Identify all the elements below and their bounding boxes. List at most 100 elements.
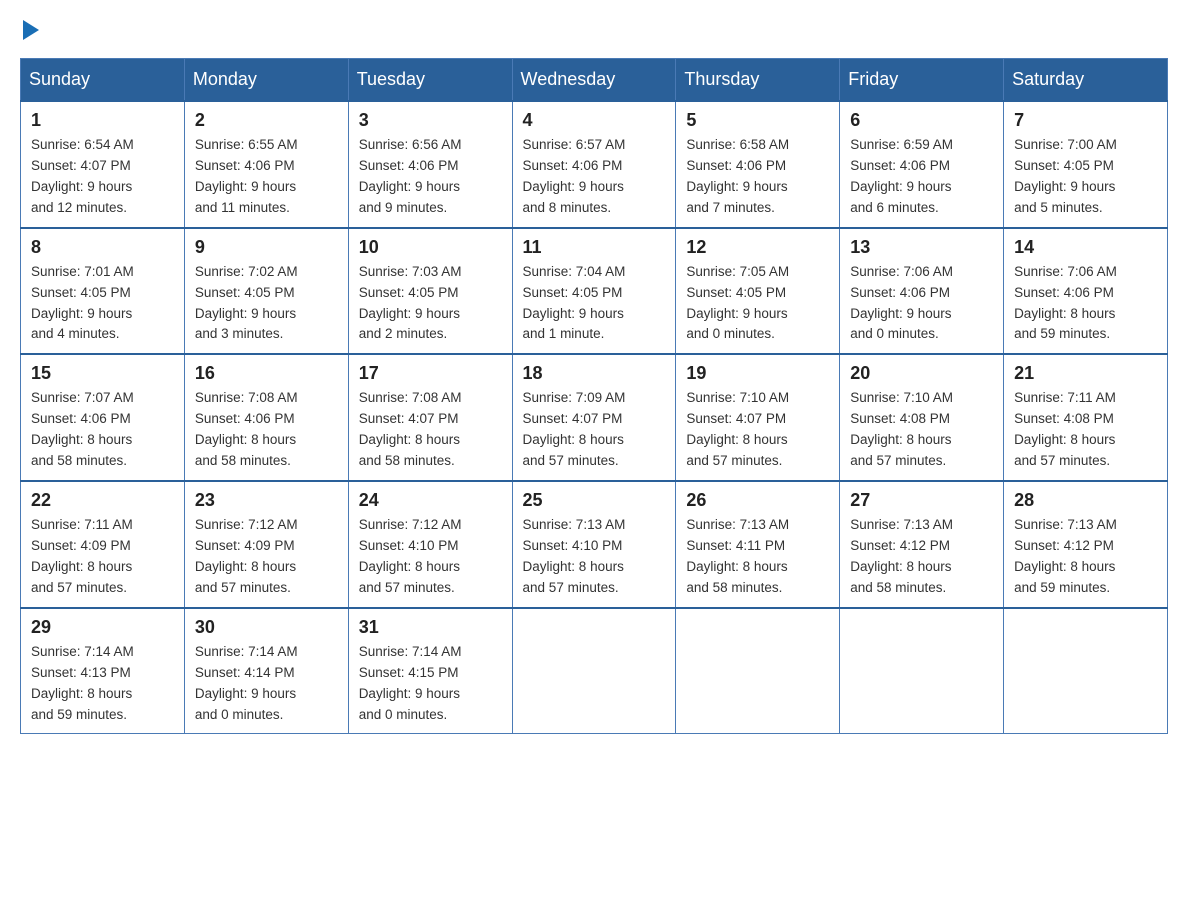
calendar-day-cell: 29 Sunrise: 7:14 AMSunset: 4:13 PMDaylig… (21, 608, 185, 734)
day-of-week-header: Monday (184, 59, 348, 102)
day-info: Sunrise: 7:08 AMSunset: 4:07 PMDaylight:… (359, 388, 502, 472)
day-info: Sunrise: 6:54 AMSunset: 4:07 PMDaylight:… (31, 135, 174, 219)
day-info: Sunrise: 7:08 AMSunset: 4:06 PMDaylight:… (195, 388, 338, 472)
day-info: Sunrise: 7:02 AMSunset: 4:05 PMDaylight:… (195, 262, 338, 346)
day-info: Sunrise: 6:57 AMSunset: 4:06 PMDaylight:… (523, 135, 666, 219)
calendar-day-cell: 24 Sunrise: 7:12 AMSunset: 4:10 PMDaylig… (348, 481, 512, 608)
calendar-day-cell: 7 Sunrise: 7:00 AMSunset: 4:05 PMDayligh… (1004, 101, 1168, 228)
day-number: 12 (686, 237, 829, 258)
calendar-day-cell: 4 Sunrise: 6:57 AMSunset: 4:06 PMDayligh… (512, 101, 676, 228)
calendar-day-cell: 19 Sunrise: 7:10 AMSunset: 4:07 PMDaylig… (676, 354, 840, 481)
day-of-week-header: Friday (840, 59, 1004, 102)
day-info: Sunrise: 7:09 AMSunset: 4:07 PMDaylight:… (523, 388, 666, 472)
calendar-day-cell: 31 Sunrise: 7:14 AMSunset: 4:15 PMDaylig… (348, 608, 512, 734)
day-number: 30 (195, 617, 338, 638)
day-number: 28 (1014, 490, 1157, 511)
day-number: 18 (523, 363, 666, 384)
day-info: Sunrise: 7:01 AMSunset: 4:05 PMDaylight:… (31, 262, 174, 346)
day-of-week-header: Thursday (676, 59, 840, 102)
calendar-day-cell: 20 Sunrise: 7:10 AMSunset: 4:08 PMDaylig… (840, 354, 1004, 481)
calendar-day-cell: 27 Sunrise: 7:13 AMSunset: 4:12 PMDaylig… (840, 481, 1004, 608)
day-info: Sunrise: 7:06 AMSunset: 4:06 PMDaylight:… (850, 262, 993, 346)
day-number: 1 (31, 110, 174, 131)
calendar-day-cell: 28 Sunrise: 7:13 AMSunset: 4:12 PMDaylig… (1004, 481, 1168, 608)
day-number: 26 (686, 490, 829, 511)
calendar-day-cell: 17 Sunrise: 7:08 AMSunset: 4:07 PMDaylig… (348, 354, 512, 481)
calendar-day-cell: 2 Sunrise: 6:55 AMSunset: 4:06 PMDayligh… (184, 101, 348, 228)
calendar-day-cell: 13 Sunrise: 7:06 AMSunset: 4:06 PMDaylig… (840, 228, 1004, 355)
calendar-week-row: 15 Sunrise: 7:07 AMSunset: 4:06 PMDaylig… (21, 354, 1168, 481)
day-info: Sunrise: 6:56 AMSunset: 4:06 PMDaylight:… (359, 135, 502, 219)
calendar-day-cell: 23 Sunrise: 7:12 AMSunset: 4:09 PMDaylig… (184, 481, 348, 608)
day-info: Sunrise: 7:14 AMSunset: 4:15 PMDaylight:… (359, 642, 502, 726)
day-number: 31 (359, 617, 502, 638)
day-info: Sunrise: 7:06 AMSunset: 4:06 PMDaylight:… (1014, 262, 1157, 346)
day-number: 22 (31, 490, 174, 511)
day-number: 15 (31, 363, 174, 384)
day-info: Sunrise: 7:05 AMSunset: 4:05 PMDaylight:… (686, 262, 829, 346)
calendar-day-cell: 1 Sunrise: 6:54 AMSunset: 4:07 PMDayligh… (21, 101, 185, 228)
day-info: Sunrise: 7:14 AMSunset: 4:14 PMDaylight:… (195, 642, 338, 726)
calendar-week-row: 29 Sunrise: 7:14 AMSunset: 4:13 PMDaylig… (21, 608, 1168, 734)
day-info: Sunrise: 6:59 AMSunset: 4:06 PMDaylight:… (850, 135, 993, 219)
day-number: 25 (523, 490, 666, 511)
calendar-day-cell: 6 Sunrise: 6:59 AMSunset: 4:06 PMDayligh… (840, 101, 1004, 228)
day-number: 11 (523, 237, 666, 258)
day-of-week-header: Saturday (1004, 59, 1168, 102)
logo-triangle-icon (23, 20, 39, 40)
calendar-day-cell: 11 Sunrise: 7:04 AMSunset: 4:05 PMDaylig… (512, 228, 676, 355)
day-of-week-header: Tuesday (348, 59, 512, 102)
day-number: 3 (359, 110, 502, 131)
calendar-day-cell: 8 Sunrise: 7:01 AMSunset: 4:05 PMDayligh… (21, 228, 185, 355)
day-number: 10 (359, 237, 502, 258)
calendar-week-row: 22 Sunrise: 7:11 AMSunset: 4:09 PMDaylig… (21, 481, 1168, 608)
day-info: Sunrise: 7:03 AMSunset: 4:05 PMDaylight:… (359, 262, 502, 346)
day-number: 7 (1014, 110, 1157, 131)
day-info: Sunrise: 7:10 AMSunset: 4:07 PMDaylight:… (686, 388, 829, 472)
calendar-day-cell: 14 Sunrise: 7:06 AMSunset: 4:06 PMDaylig… (1004, 228, 1168, 355)
day-info: Sunrise: 6:58 AMSunset: 4:06 PMDaylight:… (686, 135, 829, 219)
day-number: 2 (195, 110, 338, 131)
day-info: Sunrise: 7:12 AMSunset: 4:10 PMDaylight:… (359, 515, 502, 599)
day-info: Sunrise: 7:12 AMSunset: 4:09 PMDaylight:… (195, 515, 338, 599)
calendar-day-cell: 15 Sunrise: 7:07 AMSunset: 4:06 PMDaylig… (21, 354, 185, 481)
day-info: Sunrise: 7:11 AMSunset: 4:09 PMDaylight:… (31, 515, 174, 599)
day-number: 24 (359, 490, 502, 511)
calendar-day-cell: 16 Sunrise: 7:08 AMSunset: 4:06 PMDaylig… (184, 354, 348, 481)
calendar-header-row: SundayMondayTuesdayWednesdayThursdayFrid… (21, 59, 1168, 102)
day-info: Sunrise: 7:11 AMSunset: 4:08 PMDaylight:… (1014, 388, 1157, 472)
calendar-day-cell: 10 Sunrise: 7:03 AMSunset: 4:05 PMDaylig… (348, 228, 512, 355)
day-number: 29 (31, 617, 174, 638)
day-number: 13 (850, 237, 993, 258)
page-header (20, 20, 1168, 38)
calendar-day-cell: 9 Sunrise: 7:02 AMSunset: 4:05 PMDayligh… (184, 228, 348, 355)
calendar-day-cell: 25 Sunrise: 7:13 AMSunset: 4:10 PMDaylig… (512, 481, 676, 608)
day-info: Sunrise: 7:10 AMSunset: 4:08 PMDaylight:… (850, 388, 993, 472)
day-info: Sunrise: 7:13 AMSunset: 4:10 PMDaylight:… (523, 515, 666, 599)
day-info: Sunrise: 6:55 AMSunset: 4:06 PMDaylight:… (195, 135, 338, 219)
day-info: Sunrise: 7:13 AMSunset: 4:11 PMDaylight:… (686, 515, 829, 599)
calendar-day-cell (676, 608, 840, 734)
day-number: 9 (195, 237, 338, 258)
day-number: 4 (523, 110, 666, 131)
calendar-day-cell: 5 Sunrise: 6:58 AMSunset: 4:06 PMDayligh… (676, 101, 840, 228)
day-number: 5 (686, 110, 829, 131)
calendar-week-row: 8 Sunrise: 7:01 AMSunset: 4:05 PMDayligh… (21, 228, 1168, 355)
calendar-week-row: 1 Sunrise: 6:54 AMSunset: 4:07 PMDayligh… (21, 101, 1168, 228)
day-of-week-header: Sunday (21, 59, 185, 102)
calendar-day-cell: 18 Sunrise: 7:09 AMSunset: 4:07 PMDaylig… (512, 354, 676, 481)
day-number: 14 (1014, 237, 1157, 258)
day-number: 23 (195, 490, 338, 511)
day-info: Sunrise: 7:13 AMSunset: 4:12 PMDaylight:… (850, 515, 993, 599)
day-number: 6 (850, 110, 993, 131)
calendar-day-cell: 3 Sunrise: 6:56 AMSunset: 4:06 PMDayligh… (348, 101, 512, 228)
logo (20, 20, 39, 38)
day-number: 16 (195, 363, 338, 384)
calendar-day-cell (840, 608, 1004, 734)
day-of-week-header: Wednesday (512, 59, 676, 102)
calendar-day-cell (512, 608, 676, 734)
calendar-day-cell: 12 Sunrise: 7:05 AMSunset: 4:05 PMDaylig… (676, 228, 840, 355)
day-number: 17 (359, 363, 502, 384)
calendar-day-cell: 26 Sunrise: 7:13 AMSunset: 4:11 PMDaylig… (676, 481, 840, 608)
day-info: Sunrise: 7:00 AMSunset: 4:05 PMDaylight:… (1014, 135, 1157, 219)
